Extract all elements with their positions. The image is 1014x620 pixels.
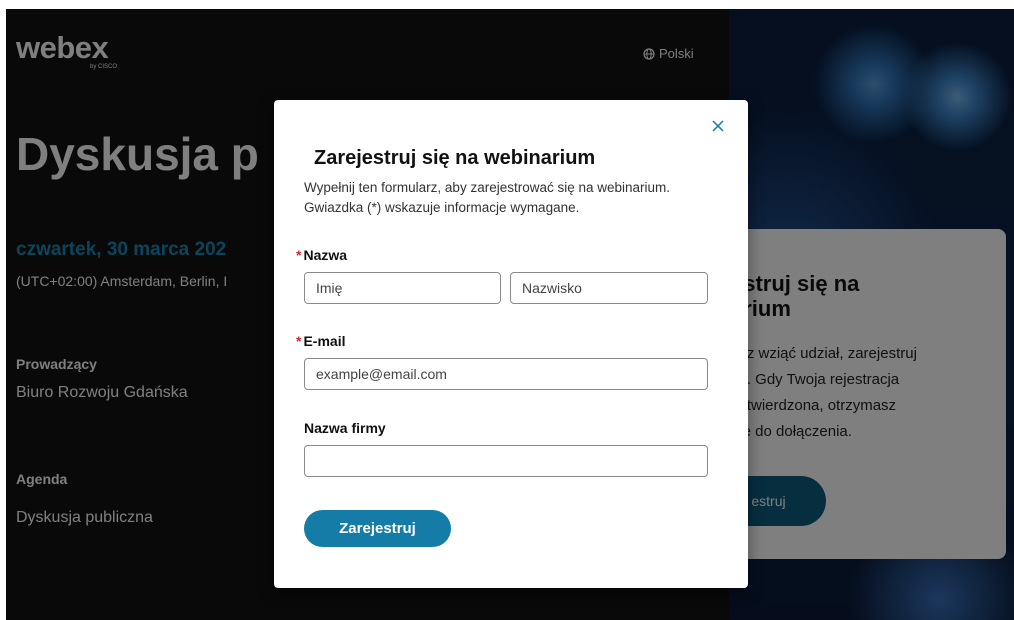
email-input[interactable]	[304, 358, 708, 390]
email-label: * E-mail	[296, 333, 345, 349]
required-mark: *	[296, 333, 302, 349]
register-button[interactable]: Zarejestruj	[304, 510, 451, 547]
modal-description: Wypełnij ten formularz, aby zarejestrowa…	[304, 180, 671, 215]
required-mark: *	[296, 247, 302, 263]
modal-title: Zarejestruj się na webinarium	[314, 147, 596, 169]
last-name-input[interactable]	[510, 272, 708, 304]
company-input[interactable]	[304, 445, 708, 477]
first-name-input[interactable]	[304, 272, 501, 304]
name-label-text: Nazwa	[303, 247, 348, 263]
email-label-text: E-mail	[303, 333, 346, 349]
close-icon[interactable]	[710, 118, 726, 134]
registration-modal: Zarejestruj się na webinarium Wypełnij t…	[274, 100, 748, 588]
company-label: Nazwa firmy	[304, 420, 386, 436]
name-label: * Nazwa	[296, 247, 347, 263]
